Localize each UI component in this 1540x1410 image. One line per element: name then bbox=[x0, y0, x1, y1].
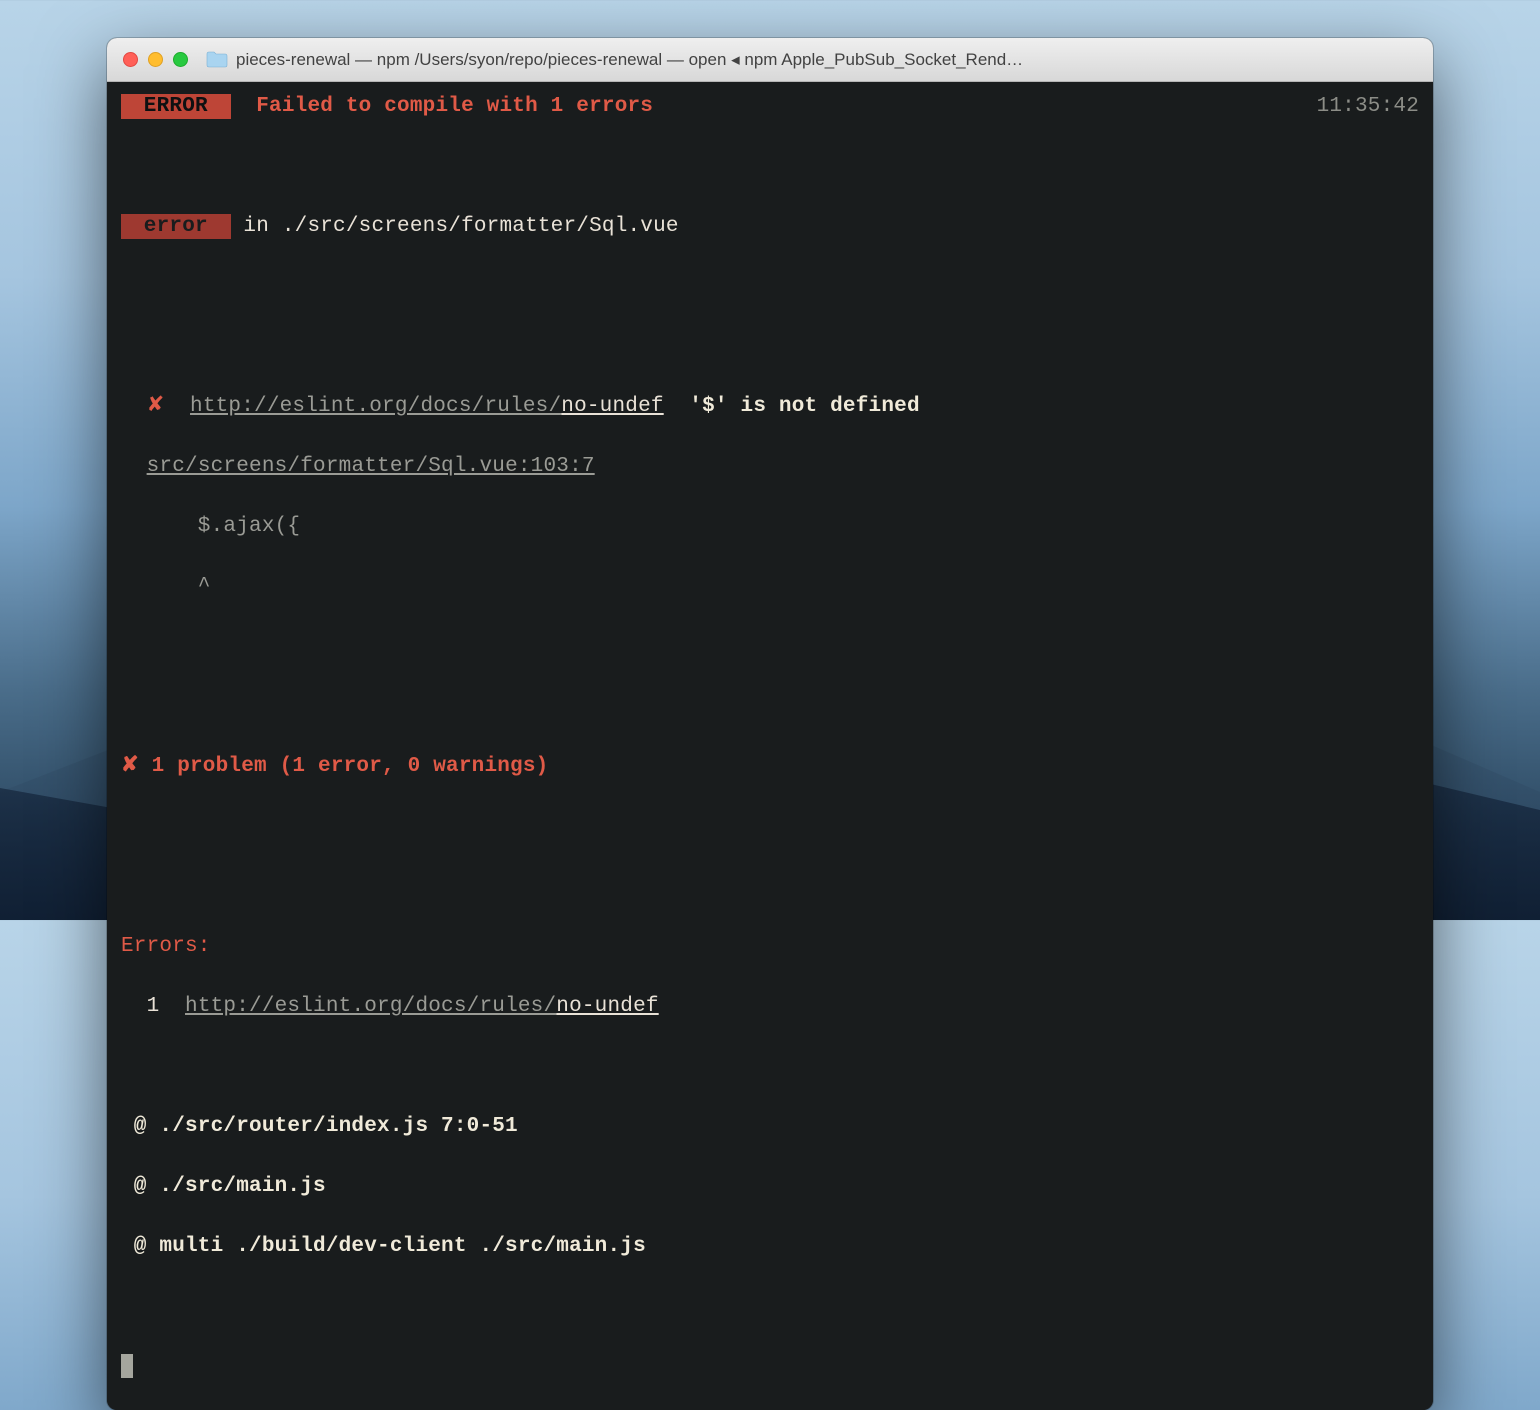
terminal-window: pieces-renewal — npm /Users/syon/repo/pi… bbox=[107, 38, 1433, 1410]
eslint-rule[interactable]: no-undef bbox=[561, 395, 663, 418]
minimize-button[interactable] bbox=[148, 52, 163, 67]
in-word: in bbox=[231, 215, 282, 238]
maximize-button[interactable] bbox=[173, 52, 188, 67]
cross-icon: ✘ bbox=[147, 395, 165, 418]
caret-line: ^ bbox=[121, 575, 211, 598]
eslint-rule[interactable]: no-undef bbox=[556, 995, 658, 1018]
file-location[interactable]: src/screens/formatter/Sql.vue:103:7 bbox=[147, 455, 595, 478]
errors-count: 1 bbox=[121, 995, 185, 1018]
stack-line: @ ./src/main.js bbox=[121, 1175, 326, 1198]
compile-error-msg: Failed to compile with 1 errors bbox=[256, 95, 653, 118]
cross-icon: ✘ bbox=[121, 755, 139, 778]
terminal-content[interactable]: ERROR Failed to compile with 1 errors 11:… bbox=[107, 82, 1433, 1410]
stack-line: @ multi ./build/dev-client ./src/main.js bbox=[121, 1235, 646, 1258]
traffic-lights bbox=[123, 52, 188, 67]
errors-header: Errors: bbox=[121, 935, 211, 958]
eslint-url[interactable]: http://eslint.org/docs/rules/ bbox=[190, 395, 561, 418]
timestamp: 11:35:42 bbox=[1317, 92, 1419, 122]
close-button[interactable] bbox=[123, 52, 138, 67]
error-badge: ERROR bbox=[121, 94, 231, 119]
eslint-url[interactable]: http://eslint.org/docs/rules/ bbox=[185, 995, 556, 1018]
lint-msg: '$' is not defined bbox=[664, 395, 920, 418]
stack-line: @ ./src/router/index.js 7:0-51 bbox=[121, 1115, 518, 1138]
problem-summary: 1 problem (1 error, 0 warnings) bbox=[139, 755, 549, 778]
window-title: pieces-renewal — npm /Users/syon/repo/pi… bbox=[236, 50, 1417, 70]
code-line: $.ajax({ bbox=[121, 515, 300, 538]
cursor bbox=[121, 1354, 133, 1378]
error-file: ./src/screens/formatter/Sql.vue bbox=[282, 215, 679, 238]
window-titlebar[interactable]: pieces-renewal — npm /Users/syon/repo/pi… bbox=[107, 38, 1433, 82]
error-badge-lower: error bbox=[121, 214, 231, 239]
folder-icon bbox=[206, 51, 228, 68]
